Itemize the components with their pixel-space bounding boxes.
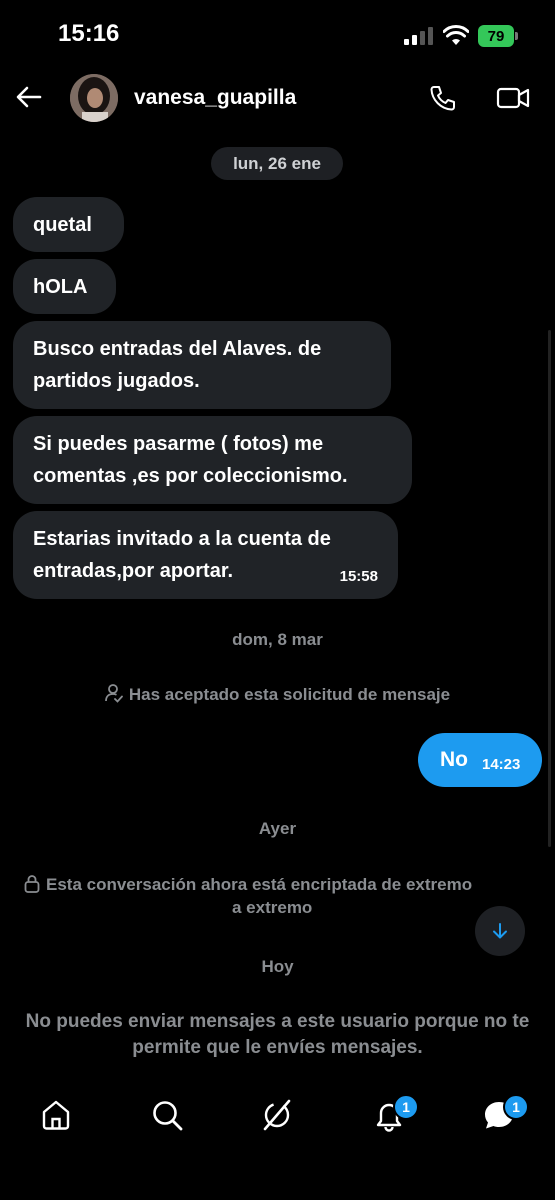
message-timestamp: 15:58 xyxy=(339,568,378,585)
date-separator: lun, 26 ene xyxy=(211,147,343,180)
date-separator: dom, 8 mar xyxy=(232,630,323,649)
avatar[interactable] xyxy=(70,74,118,122)
message-timestamp: 14:23 xyxy=(482,755,521,773)
phone-icon[interactable] xyxy=(428,83,458,113)
cannot-send-notice: No puedes enviar mensajes a este usuario… xyxy=(0,1009,555,1061)
encryption-text-line2: a extremo xyxy=(232,898,313,917)
messages-badge: 1 xyxy=(503,1094,529,1120)
date-separator: Hoy xyxy=(261,957,294,976)
person-check-icon xyxy=(104,684,123,703)
arrow-down-icon xyxy=(493,923,507,939)
cannot-send-text: No puedes enviar mensajes a este usuario… xyxy=(25,1011,530,1058)
search-icon[interactable] xyxy=(150,1098,184,1132)
battery-level: 79 xyxy=(487,27,505,45)
battery-indicator: 79 xyxy=(478,25,514,47)
battery-tip xyxy=(515,32,518,40)
message-text: No xyxy=(440,748,468,771)
scrollbar[interactable] xyxy=(548,330,551,847)
video-call-icon[interactable] xyxy=(496,84,530,112)
badge-count: 1 xyxy=(402,1099,410,1115)
message-text: Estarias invitado a la cuenta de entrada… xyxy=(33,528,331,582)
message-text: Si puedes pasarme ( fotos) me comentas ,… xyxy=(33,433,348,487)
message-text: Busco entradas del Alaves. de partidos j… xyxy=(33,338,322,392)
message-text: hOLA xyxy=(33,275,88,298)
request-accepted-notice: Has aceptado esta solicitud de mensaje xyxy=(0,683,555,705)
message-text: quetal xyxy=(33,213,92,236)
scroll-to-bottom-button[interactable] xyxy=(475,906,525,956)
message-bubble-outgoing[interactable]: No 14:23 xyxy=(418,733,542,787)
message-bubble-incoming[interactable]: Estarias invitado a la cuenta de entrada… xyxy=(13,511,398,599)
message-bubble-incoming[interactable]: quetal xyxy=(13,197,124,252)
status-time: 15:16 xyxy=(58,20,120,47)
date-separator: Ayer xyxy=(258,819,297,838)
lock-icon xyxy=(24,875,40,893)
wifi-icon xyxy=(443,25,469,45)
message-bubble-incoming[interactable]: hOLA xyxy=(13,259,116,314)
notice-text: Has aceptado esta solicitud de mensaje xyxy=(128,685,451,704)
conversation-username[interactable]: vanesa_guapilla xyxy=(134,86,296,110)
signal-icon xyxy=(404,27,433,45)
notification-badge: 1 xyxy=(393,1094,419,1120)
message-bubble-incoming[interactable]: Si puedes pasarme ( fotos) me comentas ,… xyxy=(13,416,412,504)
message-bubble-incoming[interactable]: Busco entradas del Alaves. de partidos j… xyxy=(13,321,391,409)
encryption-text-line1: Esta conversación ahora está encriptada … xyxy=(46,875,473,894)
encryption-notice: Esta conversación ahora está encriptada … xyxy=(24,873,534,919)
avatar-image xyxy=(70,74,118,122)
badge-count: 1 xyxy=(512,1099,520,1115)
home-icon[interactable] xyxy=(39,1098,73,1132)
grok-icon[interactable] xyxy=(260,1098,294,1132)
back-arrow-icon[interactable] xyxy=(14,82,44,112)
